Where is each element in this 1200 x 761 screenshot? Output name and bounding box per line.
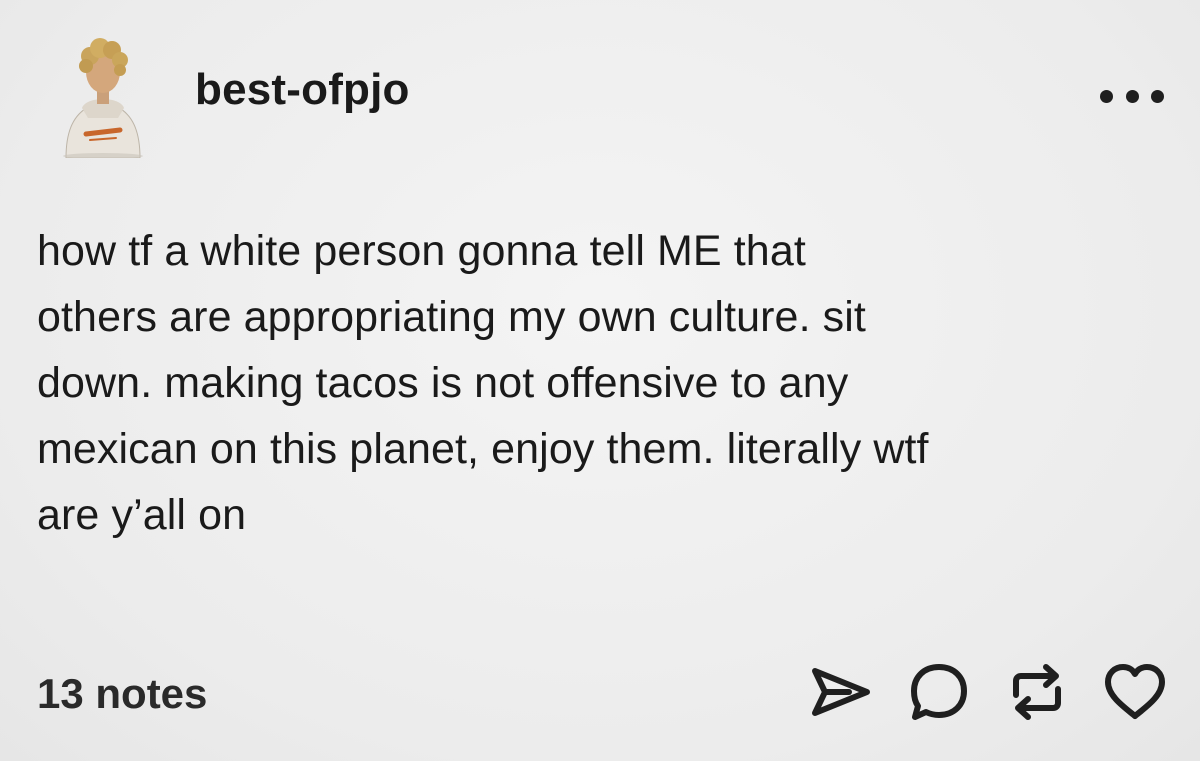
heart-icon [1105, 664, 1165, 719]
post-card: best-ofpjo how tf a white person gonna t… [0, 0, 1200, 761]
avatar[interactable] [60, 34, 146, 159]
post-header [60, 34, 146, 159]
post-body-line: mexican on this planet, enjoy them. lite… [37, 425, 929, 473]
like-button[interactable] [1100, 657, 1170, 727]
reblog-button[interactable] [1002, 657, 1072, 727]
send-icon [812, 668, 870, 716]
post-actions [778, 652, 1170, 732]
post-body-line: are y’all on [37, 491, 247, 539]
more-dots-icon [1125, 89, 1139, 103]
post-body-line: how tf a white person gonna tell ME that [37, 227, 806, 275]
more-options-button[interactable] [1100, 86, 1164, 106]
post-body-line: others are appropriating my own culture.… [37, 293, 866, 341]
avatar-icon [63, 38, 143, 159]
username[interactable]: best-ofpjo [195, 68, 410, 112]
post-body: how tf a white person gonna tell ME that… [37, 218, 1157, 548]
reply-button[interactable] [904, 657, 974, 727]
share-button[interactable] [806, 657, 876, 727]
reblog-icon [1013, 664, 1061, 720]
more-dots-icon [1151, 89, 1164, 103]
more-dots-icon [1100, 89, 1113, 103]
post-body-line: down. making tacos is not offensive to a… [37, 359, 849, 407]
comment-icon [911, 664, 967, 720]
notes-count[interactable]: 13 notes [37, 673, 207, 715]
